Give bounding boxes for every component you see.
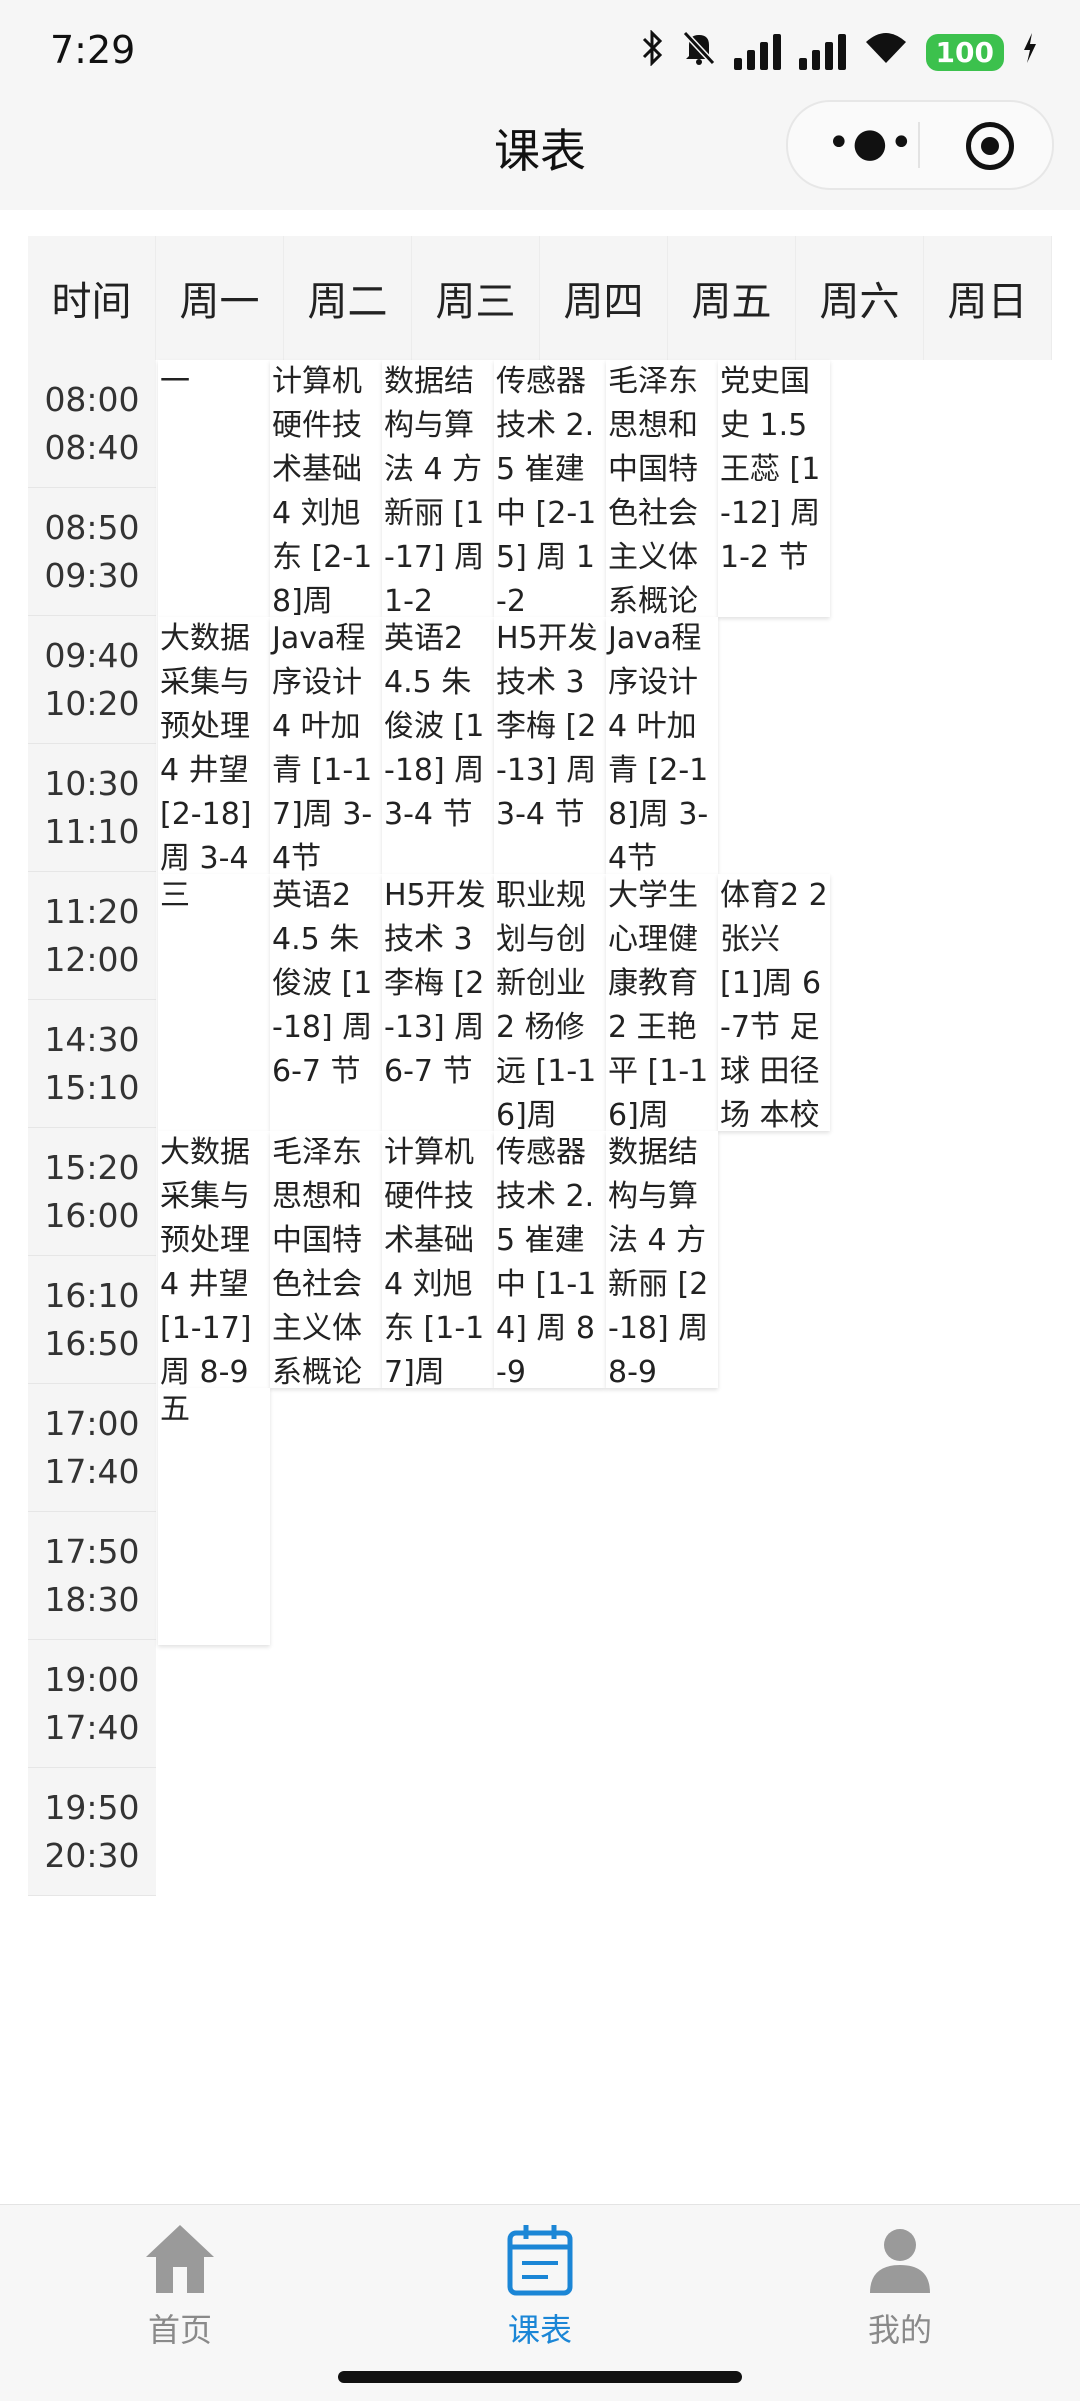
time-column: 08:00 08:40 08:50 09:30 09:40 10:20 10:30 11:10… — [28, 360, 156, 1896]
signal-bars-icon — [733, 34, 781, 70]
slot-start-time: 17:00 — [44, 1403, 140, 1443]
tab-mine-label: 我的 — [867, 2311, 932, 2349]
time-slot: 08:00 08:40 — [28, 360, 156, 488]
time-slot: 08:50 09:30 — [28, 488, 156, 616]
capsule-divider — [918, 122, 920, 168]
slot-end-time: 10:20 — [44, 683, 140, 723]
course-card[interactable]: 传感器技术 2.5 崔建中 [2-15] 周 1-2 — [494, 360, 606, 617]
home-icon — [140, 2219, 220, 2299]
slot-end-time: 18:30 — [44, 1579, 140, 1619]
slot-start-time: 14:30 — [44, 1019, 140, 1059]
time-slot: 10:30 11:10 — [28, 744, 156, 872]
course-card[interactable]: Java程序设计 4 叶加青 [1-17]周 3-4节 — [270, 617, 382, 874]
slot-start-time: 10:30 — [44, 763, 140, 803]
header-cell: 时间 — [28, 236, 156, 360]
slot-start-time: 15:20 — [44, 1147, 140, 1187]
course-card[interactable]: 党史国史 1.5 王蕊 [1-12] 周 1-2 节 — [718, 360, 830, 617]
course-card[interactable]: 英语2 4.5 朱俊波 [1-18] 周 3-4 节 — [382, 617, 494, 874]
status-icons: 100 — [642, 28, 1038, 76]
course-card[interactable]: 大学生心理健康教育 2 王艳平 [1-16]周 — [606, 874, 718, 1131]
tab-home[interactable]: 首页 — [80, 2219, 280, 2351]
miniprogram-capsule: •●• — [786, 100, 1054, 190]
slot-start-time: 19:00 — [44, 1659, 140, 1699]
header-cell: 周日 — [924, 236, 1052, 360]
slot-end-time: 16:50 — [44, 1323, 140, 1363]
time-slot: 19:50 20:30 — [28, 1768, 156, 1896]
slot-start-time: 09:40 — [44, 635, 140, 675]
time-slot: 14:30 15:10 — [28, 1000, 156, 1128]
time-slot: 15:20 16:00 — [28, 1128, 156, 1256]
slot-start-time: 19:50 — [44, 1787, 140, 1827]
slot-start-time: 08:00 — [44, 379, 140, 419]
slot-start-time: 11:20 — [44, 891, 140, 931]
user-icon — [860, 2219, 940, 2299]
more-menu-button[interactable]: •●• — [826, 123, 916, 163]
slot-start-time: 16:10 — [44, 1275, 140, 1315]
course-card[interactable]: H5开发技术 3 李梅 [2-13] 周 3-4 节 — [494, 617, 606, 874]
header-cell: 周二 — [284, 236, 412, 360]
course-card[interactable]: 大数据采集与预处理 4 井望 [1-17] 周 8-9 — [158, 1131, 270, 1388]
signal-bars-2-icon — [798, 34, 846, 70]
status-time: 7:29 — [50, 28, 136, 72]
slot-end-time: 20:30 — [44, 1835, 140, 1875]
home-indicator — [338, 2371, 742, 2383]
time-slot: 16:10 16:50 — [28, 1256, 156, 1384]
time-slot: 11:20 12:00 — [28, 872, 156, 1000]
header-cell: 周六 — [796, 236, 924, 360]
course-card[interactable]: 三 — [158, 874, 270, 1131]
slot-start-time: 08:50 — [44, 507, 140, 547]
course-card[interactable]: 数据结构与算法 4 方新丽 [1-17] 周 1-2 — [382, 360, 494, 617]
header-cell: 周三 — [412, 236, 540, 360]
course-card[interactable]: 计算机硬件技术基础 4 刘旭东 [2-18]周 — [270, 360, 382, 617]
time-slot: 09:40 10:20 — [28, 616, 156, 744]
course-card[interactable]: 计算机硬件技术基础 4 刘旭东 [1-17]周 — [382, 1131, 494, 1388]
slot-end-time: 17:40 — [44, 1451, 140, 1491]
wifi-icon — [864, 31, 908, 74]
slot-end-time: 15:10 — [44, 1067, 140, 1107]
course-card[interactable]: 大数据采集与预处理 4 井望 [2-18] 周 3-4 — [158, 617, 270, 874]
slot-end-time: 11:10 — [44, 811, 140, 851]
tab-home-label: 首页 — [147, 2311, 212, 2349]
bluetooth-icon — [642, 28, 664, 75]
battery-icon: 100 — [925, 33, 1004, 71]
slot-end-time: 17:40 — [44, 1707, 140, 1747]
slot-end-time: 16:00 — [44, 1195, 140, 1235]
course-card[interactable]: 职业规划与创新创业 2 杨修远 [1-16]周 — [494, 874, 606, 1131]
status-bar: 7:29 100 — [0, 0, 1080, 105]
schedule-icon — [500, 2219, 580, 2299]
course-card[interactable]: 传感器技术 2.5 崔建中 [1-14] 周 8-9 — [494, 1131, 606, 1388]
time-slot: 17:00 17:40 — [28, 1384, 156, 1512]
time-slot: 17:50 18:30 — [28, 1512, 156, 1640]
course-card[interactable]: 体育2 2 张兴 [1]周 6-7节 足球 田径场 本校 — [718, 874, 830, 1131]
slot-end-time: 09:30 — [44, 555, 140, 595]
course-card[interactable]: H5开发技术 3 李梅 [2-13] 周 6-7 节 — [382, 874, 494, 1131]
header-cell: 周五 — [668, 236, 796, 360]
course-card[interactable]: 毛泽东思想和中国特色社会主义体系概论 — [606, 360, 718, 617]
course-card[interactable]: 一 — [158, 360, 270, 617]
close-miniprogram-button[interactable] — [966, 122, 1014, 170]
charging-icon — [1022, 32, 1038, 72]
course-card[interactable]: 五 — [158, 1388, 270, 1645]
timetable-header: 时间 周一 周二 周三 周四 周五 周六 周日 — [28, 236, 1052, 360]
slot-end-time: 12:00 — [44, 939, 140, 979]
tab-schedule-label: 课表 — [507, 2311, 572, 2349]
mute-bell-icon — [682, 30, 716, 75]
course-card[interactable]: 毛泽东思想和中国特色社会主义体系概论 — [270, 1131, 382, 1388]
slot-start-time: 17:50 — [44, 1531, 140, 1571]
slot-end-time: 08:40 — [44, 427, 140, 467]
course-card[interactable]: Java程序设计 4 叶加青 [2-18]周 3-4节 — [606, 617, 718, 874]
header-cell: 周四 — [540, 236, 668, 360]
course-card[interactable]: 英语2 4.5 朱俊波 [1-18] 周 6-7 节 — [270, 874, 382, 1131]
tab-schedule[interactable]: 课表 — [440, 2219, 640, 2351]
course-card[interactable]: 数据结构与算法 4 方新丽 [2-18] 周 8-9 — [606, 1131, 718, 1388]
header-cell: 周一 — [156, 236, 284, 360]
tab-mine[interactable]: 我的 — [800, 2219, 1000, 2351]
time-slot: 19:00 17:40 — [28, 1640, 156, 1768]
